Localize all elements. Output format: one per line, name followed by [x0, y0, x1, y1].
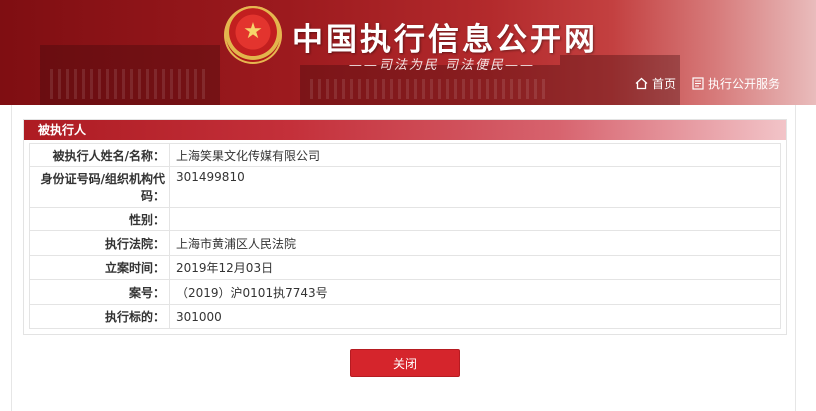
site-slogan: ——司法为民 司法便民——: [348, 58, 536, 73]
section-title: 被执行人: [24, 120, 786, 140]
close-button[interactable]: 关闭: [350, 349, 460, 377]
field-label: 立案时间：: [29, 255, 170, 280]
nav-home-label: 首页: [651, 76, 676, 91]
table-row: 性别：: [29, 207, 781, 231]
table-row: 立案时间： 2019年12月03日: [29, 255, 781, 280]
nav-home[interactable]: 首页: [635, 75, 676, 92]
building-windows: [310, 79, 550, 99]
field-value: 上海笑果文化传媒有限公司: [169, 143, 781, 167]
debtor-info-table: 被执行人姓名/名称： 上海笑果文化传媒有限公司 身份证号码/组织机构代码： 30…: [29, 143, 781, 329]
field-value: 301499810: [169, 166, 781, 208]
field-label: 被执行人姓名/名称：: [29, 143, 170, 167]
field-label: 性别：: [29, 207, 170, 231]
site-title: 中国执行信息公开网: [292, 22, 598, 58]
table-row: 案号： （2019）沪0101执7743号: [29, 279, 781, 305]
field-value: 上海市黄浦区人民法院: [169, 230, 781, 256]
debtor-info-card: 被执行人 被执行人姓名/名称： 上海笑果文化传媒有限公司 身份证号码/组织机构代…: [23, 119, 787, 335]
table-row: 被执行人姓名/名称： 上海笑果文化传媒有限公司: [29, 143, 781, 167]
document-icon: [692, 76, 704, 90]
main-panel: 被执行人 被执行人姓名/名称： 上海笑果文化传媒有限公司 身份证号码/组织机构代…: [11, 105, 796, 411]
field-label: 身份证号码/组织机构代码：: [29, 166, 170, 208]
nav-public-service[interactable]: 执行公开服务: [692, 75, 780, 92]
table-row: 执行标的： 301000: [29, 304, 781, 329]
table-row: 身份证号码/组织机构代码： 301499810: [29, 166, 781, 208]
header-banner: ★ 中国执行信息公开网 ——司法为民 司法便民—— 首页 执行公开服务: [0, 0, 816, 105]
nav-public-service-label: 执行公开服务: [707, 76, 780, 91]
field-value: 2019年12月03日: [169, 255, 781, 280]
field-label: 执行法院：: [29, 230, 170, 256]
home-icon: [635, 77, 648, 90]
field-value: （2019）沪0101执7743号: [169, 279, 781, 305]
building-windows: [50, 69, 210, 99]
field-label: 案号：: [29, 279, 170, 305]
field-value: 301000: [169, 304, 781, 329]
top-nav: 首页 执行公开服务: [619, 74, 780, 92]
field-value: [169, 207, 781, 231]
table-row: 执行法院： 上海市黄浦区人民法院: [29, 230, 781, 256]
court-emblem-icon: ★: [224, 6, 282, 64]
field-label: 执行标的：: [29, 304, 170, 329]
